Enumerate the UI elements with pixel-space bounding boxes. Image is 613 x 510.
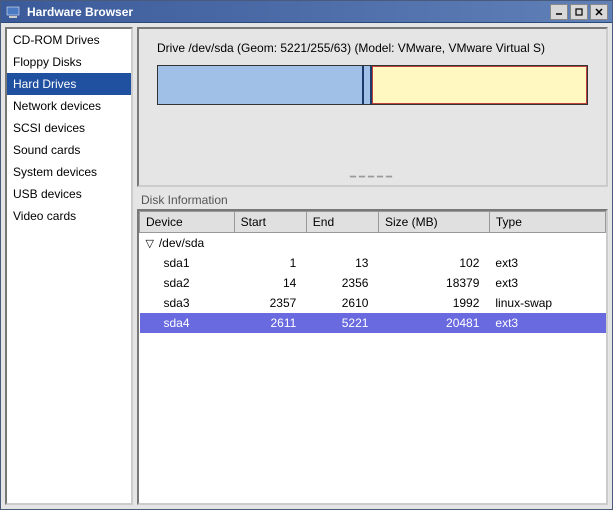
hardware-browser-window: Hardware Browser CD-ROM DrivesFloppy Dis… (0, 0, 613, 510)
window-title: Hardware Browser (27, 5, 133, 19)
cell-start: 2611 (234, 313, 306, 333)
sidebar-item-sound-cards[interactable]: Sound cards (7, 139, 131, 161)
col-size[interactable]: Size (MB) (378, 212, 489, 233)
drive-summary-box: Drive /dev/sda (Geom: 5221/255/63) (Mode… (137, 27, 608, 187)
table-row-parent[interactable]: ▽ /dev/sda (140, 233, 606, 254)
partition-seg-divider[interactable] (364, 66, 373, 104)
sidebar-item-scsi-devices[interactable]: SCSI devices (7, 117, 131, 139)
table-row[interactable]: sda3235726101992linux-swap (140, 293, 606, 313)
cell-end: 5221 (306, 313, 378, 333)
close-button[interactable] (590, 4, 608, 20)
cell-device: sda2 (140, 273, 235, 293)
sidebar-item-usb-devices[interactable]: USB devices (7, 183, 131, 205)
category-sidebar[interactable]: CD-ROM DrivesFloppy DisksHard DrivesNetw… (5, 27, 133, 505)
col-type[interactable]: Type (489, 212, 605, 233)
col-device[interactable]: Device (140, 212, 235, 233)
cell-type: ext3 (489, 273, 605, 293)
cell-size: 20481 (378, 313, 489, 333)
cell-size: 1992 (378, 293, 489, 313)
cell-size: 102 (378, 253, 489, 273)
sidebar-item-cd-rom-drives[interactable]: CD-ROM Drives (7, 29, 131, 51)
table-row[interactable]: sda1113102ext3 (140, 253, 606, 273)
col-end[interactable]: End (306, 212, 378, 233)
cell-end: 2610 (306, 293, 378, 313)
detail-pane: Drive /dev/sda (Geom: 5221/255/63) (Mode… (137, 27, 608, 505)
drive-summary-text: Drive /dev/sda (Geom: 5221/255/63) (Mode… (157, 41, 596, 55)
sidebar-item-video-cards[interactable]: Video cards (7, 205, 131, 227)
cell-start: 1 (234, 253, 306, 273)
sidebar-item-hard-drives[interactable]: Hard Drives (7, 73, 131, 95)
table-header-row[interactable]: Device Start End Size (MB) Type (140, 212, 606, 233)
disclosure-triangle-icon[interactable]: ▽ (146, 237, 156, 250)
sidebar-item-floppy-disks[interactable]: Floppy Disks (7, 51, 131, 73)
sidebar-item-network-devices[interactable]: Network devices (7, 95, 131, 117)
cell-type: ext3 (489, 313, 605, 333)
cell-device: sda4 (140, 313, 235, 333)
content-area: CD-ROM DrivesFloppy DisksHard DrivesNetw… (1, 23, 612, 509)
partition-seg-sda4[interactable] (372, 66, 587, 104)
table-row[interactable]: sda42611522120481ext3 (140, 313, 606, 333)
cell-start: 14 (234, 273, 306, 293)
cell-device: sda1 (140, 253, 235, 273)
maximize-button[interactable] (570, 4, 588, 20)
resize-grip-icon[interactable]: ━━━━━ (350, 172, 395, 183)
partition-seg-primary[interactable] (158, 66, 364, 104)
cell-end: 13 (306, 253, 378, 273)
col-start[interactable]: Start (234, 212, 306, 233)
titlebar[interactable]: Hardware Browser (1, 1, 612, 23)
cell-device: sda3 (140, 293, 235, 313)
cell-end: 2356 (306, 273, 378, 293)
cell-type: ext3 (489, 253, 605, 273)
disk-info-table-wrap[interactable]: Device Start End Size (MB) Type ▽ /dev/s… (137, 209, 608, 505)
app-icon (5, 4, 21, 20)
partition-bar[interactable] (157, 65, 588, 105)
disk-info-table: Device Start End Size (MB) Type ▽ /dev/s… (139, 211, 606, 333)
minimize-button[interactable] (550, 4, 568, 20)
disk-info-label: Disk Information (137, 191, 608, 209)
table-row[interactable]: sda214235618379ext3 (140, 273, 606, 293)
sidebar-item-system-devices[interactable]: System devices (7, 161, 131, 183)
cell-type: linux-swap (489, 293, 605, 313)
cell-start: 2357 (234, 293, 306, 313)
cell-size: 18379 (378, 273, 489, 293)
parent-device-label: /dev/sda (159, 236, 204, 250)
disk-info-frame: Disk Information Device Start End Size (… (137, 191, 608, 505)
